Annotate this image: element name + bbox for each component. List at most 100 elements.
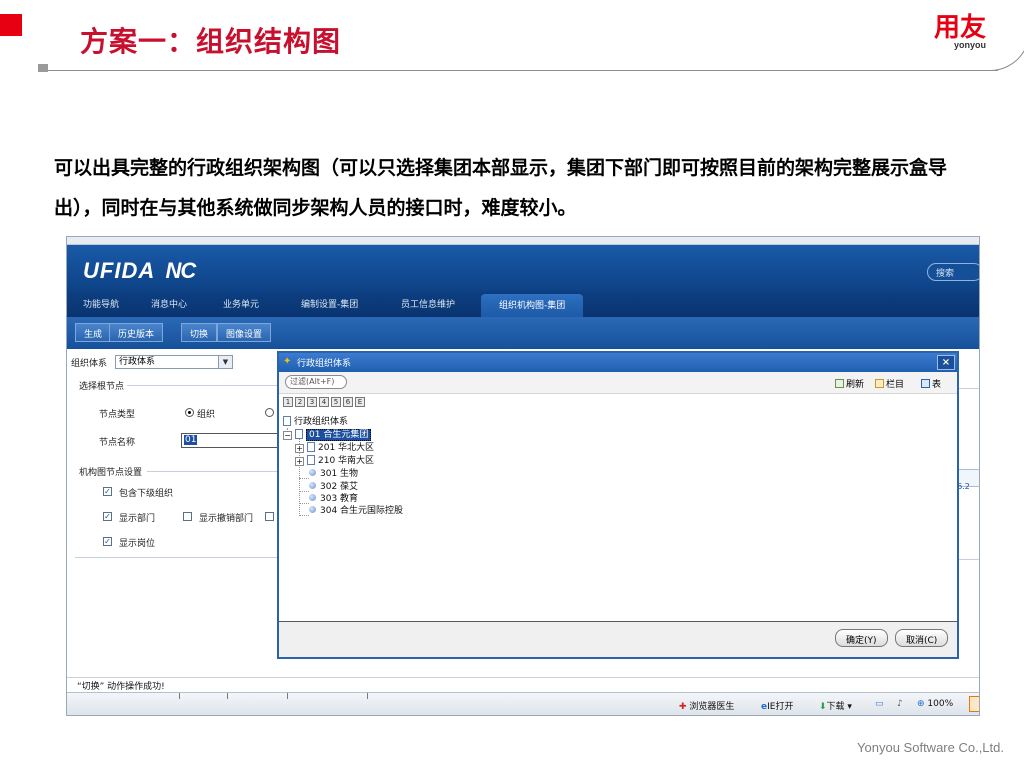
node-name-input[interactable]: 01: [181, 433, 281, 448]
chevron-down-icon[interactable]: ▼: [218, 356, 232, 368]
refresh-label: 刷新: [846, 380, 865, 390]
level-button-expand-all[interactable]: E: [355, 397, 365, 407]
zoom-control[interactable]: ⊕ 100%: [917, 699, 953, 709]
tree-node-label: 301 生物: [320, 469, 359, 479]
tab-business-unit[interactable]: 业务单元: [223, 297, 259, 310]
app-header: UFIDA NC 搜索: [67, 245, 979, 291]
tab-staffing-settings[interactable]: 编制设置-集团: [301, 297, 358, 310]
window-top-strip: [67, 237, 979, 245]
select-root-group-label: 选择根节点: [79, 382, 125, 392]
generate-button[interactable]: 生成: [75, 323, 112, 342]
close-icon[interactable]: ×: [937, 355, 955, 370]
speaker-icon[interactable]: ♪: [897, 699, 903, 709]
ie-open-label: IE打开: [767, 702, 794, 712]
tree-node-north[interactable]: +201 华北大区: [295, 440, 374, 453]
org-system-dialog: ✦ 行政组织体系 × 过滤(Alt+F) 刷新 栏目 表 1 2 3 4 5 6…: [277, 351, 959, 659]
expand-icon[interactable]: +: [295, 444, 304, 453]
tree-connector: [299, 515, 309, 516]
show-post-checkbox[interactable]: ✓: [103, 537, 112, 546]
cancel-button[interactable]: 取消(C): [895, 629, 949, 647]
level-button-5[interactable]: 5: [331, 397, 341, 407]
slide-description: 可以出具完整的行政组织架构图（可以只选择集团本部显示，集团下部门即可按照目前的架…: [54, 157, 948, 219]
org-node-icon: [309, 469, 316, 476]
status-divider: [367, 693, 368, 699]
node-type-label: 节点类型: [99, 410, 136, 420]
browser-doctor-button[interactable]: ✚ 浏览器医生: [679, 699, 734, 712]
extension-icon[interactable]: [969, 696, 979, 712]
tree-node-label: 304 合生元国际控股: [320, 506, 404, 516]
collapse-icon[interactable]: −: [283, 431, 292, 440]
dialog-title: 行政组织体系: [297, 359, 352, 369]
filter-input[interactable]: 过滤(Alt+F): [285, 375, 347, 389]
group-divider: [147, 471, 277, 472]
yonyou-logo: 用友 yonyou: [934, 14, 986, 50]
slide-title: 方案一：组织结构图: [80, 25, 342, 58]
right-divider: [956, 559, 979, 560]
doctor-icon: ✚: [679, 702, 687, 712]
title-underline-curve: [990, 20, 1024, 71]
switch-button[interactable]: 切换: [181, 323, 218, 342]
node-settings-group-label: 机构图节点设置: [79, 468, 143, 478]
download-icon: ⬇: [819, 702, 827, 712]
dialog-pin-icon: ✦: [283, 356, 292, 367]
image-settings-button[interactable]: 图像设置: [217, 323, 272, 342]
refresh-button[interactable]: 刷新: [835, 377, 864, 390]
ufida-logo-text: UFIDA: [83, 258, 155, 283]
table-icon: [921, 379, 930, 388]
show-dept-label: 显示部门: [119, 514, 156, 524]
level-button-3[interactable]: 3: [307, 397, 317, 407]
level-button-1[interactable]: 1: [283, 397, 293, 407]
expand-icon[interactable]: +: [295, 457, 304, 466]
tab-org-chart[interactable]: 组织机构图-集团: [481, 294, 584, 317]
history-version-button[interactable]: 历史版本: [109, 323, 164, 342]
app-screenshot: UFIDA NC 搜索 功能导航 消息中心 业务单元 编制设置-集团 员工信息维…: [66, 236, 980, 716]
tree-node-bio[interactable]: 301 生物: [309, 466, 358, 479]
table-button[interactable]: 表: [921, 377, 941, 390]
node-type-radio-other[interactable]: [265, 408, 274, 417]
dialog-title-bar: ✦ 行政组织体系 ×: [279, 353, 957, 372]
tree-node-intl-holding[interactable]: 304 合生元国际控股: [309, 503, 403, 516]
browser-doctor-label: 浏览器医生: [689, 702, 735, 712]
tab-function-nav[interactable]: 功能导航: [83, 297, 119, 310]
zoom-icon: ⊕: [917, 699, 925, 709]
tree-node-south[interactable]: +210 华南大区: [295, 453, 374, 466]
ie-open-button[interactable]: eIE打开: [761, 699, 793, 712]
group-divider: [75, 557, 277, 558]
right-divider: [956, 388, 979, 389]
org-system-select[interactable]: 行政体系 ▼: [115, 355, 233, 369]
extra-checkbox[interactable]: [265, 512, 274, 521]
left-form-panel: 组织体系 行政体系 ▼ 选择根节点 节点类型 组织 节点名称 01 机构图节点设…: [67, 349, 281, 679]
ok-button[interactable]: 确定(Y): [835, 629, 888, 647]
title-underline: [48, 70, 998, 71]
tab-employee-info[interactable]: 员工信息维护: [401, 297, 455, 310]
refresh-icon: [835, 379, 844, 388]
status-divider: [287, 693, 288, 699]
show-post-label: 显示岗位: [119, 539, 156, 549]
tab-message-center[interactable]: 消息中心: [151, 297, 187, 310]
tree-node-label: 201 华北大区: [318, 443, 375, 453]
columns-label: 栏目: [886, 380, 905, 390]
screen-icon[interactable]: ▭: [875, 699, 884, 709]
document-icon: [307, 455, 315, 465]
node-type-radio-org[interactable]: [185, 408, 194, 417]
footer-company: Yonyou Software Co.,Ltd.: [857, 740, 1004, 755]
status-divider: [227, 693, 228, 699]
columns-button[interactable]: 栏目: [875, 377, 904, 390]
dialog-toolbar: 过滤(Alt+F) 刷新 栏目 表: [279, 372, 957, 394]
tool-bar: 生成 历史版本 切换 图像设置: [67, 317, 979, 349]
show-cancelled-dept-checkbox[interactable]: [183, 512, 192, 521]
include-sub-org-checkbox[interactable]: ✓: [103, 487, 112, 496]
search-input[interactable]: 搜索: [927, 263, 979, 281]
document-icon: [295, 429, 303, 439]
show-dept-checkbox[interactable]: ✓: [103, 512, 112, 521]
dialog-footer: 确定(Y) 取消(C): [279, 622, 957, 657]
logo-main-text: 用友: [934, 13, 987, 43]
table-label: 表: [932, 380, 942, 390]
level-button-2[interactable]: 2: [295, 397, 305, 407]
tree-node-root[interactable]: 行政组织体系: [283, 414, 348, 427]
group-divider: [127, 385, 277, 386]
download-button[interactable]: ⬇下载 ▾: [819, 699, 852, 712]
tree-node-group[interactable]: −01 合生元集团: [283, 427, 372, 441]
level-button-6[interactable]: 6: [343, 397, 353, 407]
level-button-4[interactable]: 4: [319, 397, 329, 407]
